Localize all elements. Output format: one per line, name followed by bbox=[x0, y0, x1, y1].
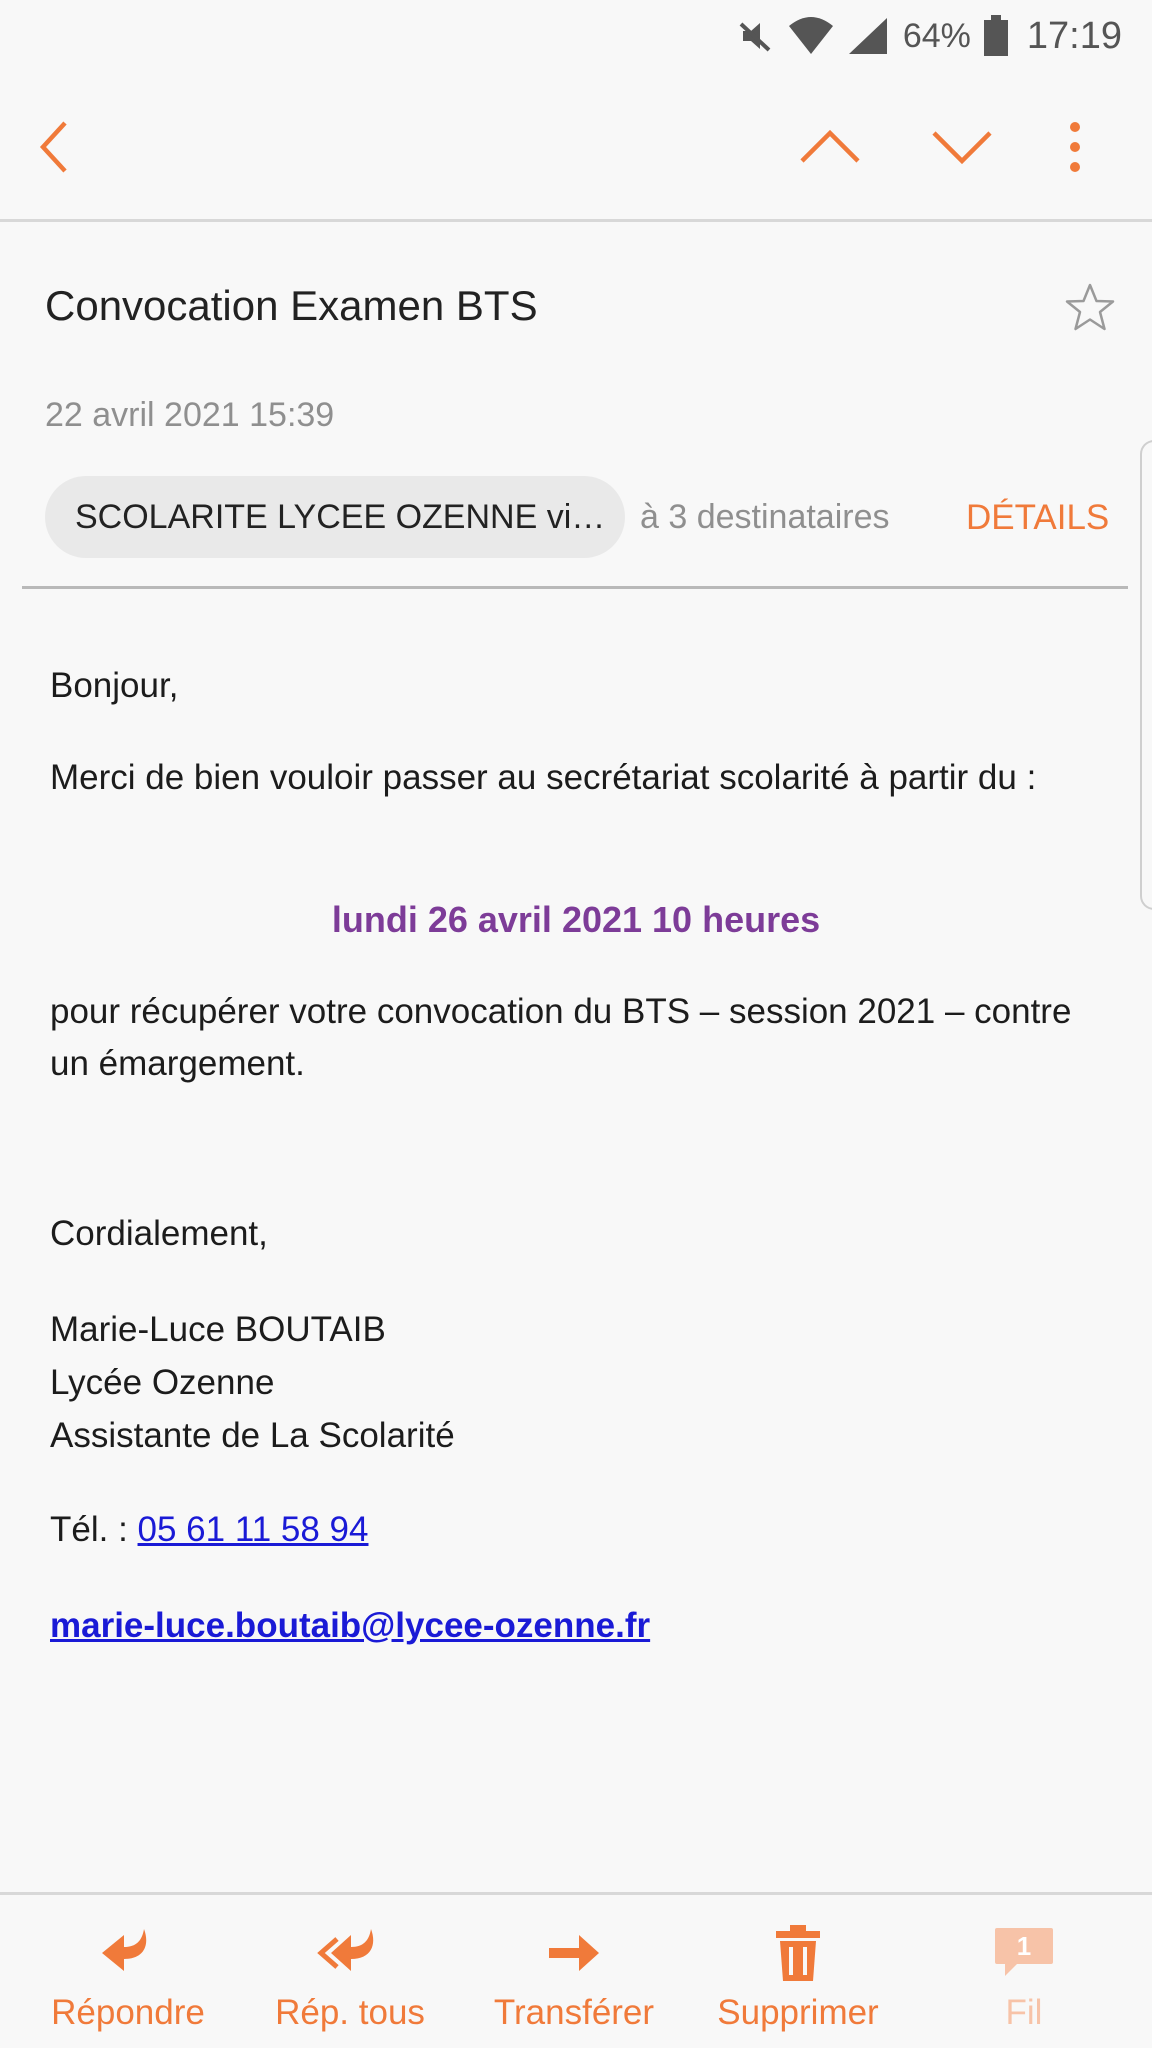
reply-icon bbox=[102, 1929, 147, 1971]
signal-icon bbox=[847, 16, 891, 56]
battery-percent: 64% bbox=[902, 16, 971, 55]
star-icon bbox=[1065, 283, 1115, 331]
closing: Cordialement, bbox=[50, 1214, 268, 1253]
thread-label: Fil bbox=[1005, 1993, 1043, 2032]
next-message-button[interactable] bbox=[922, 112, 1002, 182]
back-button[interactable] bbox=[20, 112, 90, 182]
battery-icon bbox=[983, 15, 1009, 57]
clock: 17:19 bbox=[1026, 14, 1122, 57]
header-divider bbox=[22, 586, 1128, 589]
forward-arrow-icon bbox=[549, 1935, 599, 1971]
phone-link[interactable]: 05 61 11 58 94 bbox=[138, 1510, 369, 1549]
message-subject: Convocation Examen BTS bbox=[45, 282, 538, 329]
more-options-button[interactable] bbox=[1040, 110, 1110, 184]
previous-message-button[interactable] bbox=[790, 112, 870, 182]
greeting: Bonjour, bbox=[50, 666, 179, 705]
message-datetime: 22 avril 2021 15:39 bbox=[45, 396, 335, 434]
forward-label: Transférer bbox=[493, 1993, 655, 2032]
signature-role: Assistante de La Scolarité bbox=[50, 1416, 455, 1455]
thread-button[interactable]: 1 Fil bbox=[924, 1923, 1124, 2043]
thread-count: 1 bbox=[1017, 1931, 1031, 1961]
reply-all-icon bbox=[317, 1929, 374, 1971]
action-bar: Répondre Rép. tous Transférer Supprimer … bbox=[0, 1892, 1152, 2048]
reply-all-label: Rép. tous bbox=[275, 1993, 425, 2032]
details-button[interactable]: DÉTAILS bbox=[966, 498, 1109, 538]
trash-icon bbox=[776, 1925, 820, 1981]
forward-button[interactable]: Transférer bbox=[474, 1923, 674, 2043]
wifi-icon bbox=[787, 16, 835, 56]
signature-email-line: marie-luce.boutaib@lycee-ozenne.fr bbox=[50, 1600, 1090, 1652]
chevron-down-icon bbox=[932, 131, 992, 165]
phone-label: Tél. : bbox=[50, 1510, 138, 1549]
delete-button[interactable]: Supprimer bbox=[698, 1923, 898, 2043]
more-vert-icon bbox=[1070, 122, 1080, 172]
signature-name: Marie-Luce BOUTAIB bbox=[50, 1310, 386, 1349]
signature-organization: Lycée Ozenne bbox=[50, 1363, 275, 1402]
recipients-count: à 3 destinataires bbox=[640, 498, 890, 536]
body-paragraph-1: Merci de bien vouloir passer au secrétar… bbox=[50, 758, 1037, 797]
signature-phone-line: Tél. : 05 61 11 58 94 bbox=[50, 1504, 1090, 1556]
status-bar: 64% 17:19 bbox=[0, 0, 1152, 72]
message-toolbar bbox=[0, 72, 1152, 222]
email-link[interactable]: marie-luce.boutaib@lycee-ozenne.fr bbox=[50, 1606, 650, 1645]
body-paragraph-2: pour récupérer votre convocation du BTS … bbox=[50, 992, 1072, 1083]
back-arrow-icon bbox=[39, 121, 67, 173]
reply-button[interactable]: Répondre bbox=[28, 1923, 228, 2043]
appointment-date: lundi 26 avril 2021 10 heures bbox=[331, 899, 821, 940]
sender-chip[interactable]: SCOLARITE LYCEE OZENNE vi… bbox=[45, 476, 625, 558]
mute-icon bbox=[735, 16, 775, 56]
scroll-indicator[interactable] bbox=[1140, 440, 1152, 910]
thread-bubble-icon: 1 bbox=[995, 1928, 1053, 1976]
chevron-up-icon bbox=[800, 129, 860, 163]
favorite-button[interactable] bbox=[1064, 282, 1116, 334]
reply-label: Répondre bbox=[51, 1993, 205, 2032]
delete-label: Supprimer bbox=[717, 1993, 879, 2032]
reply-all-button[interactable]: Rép. tous bbox=[250, 1923, 450, 2043]
